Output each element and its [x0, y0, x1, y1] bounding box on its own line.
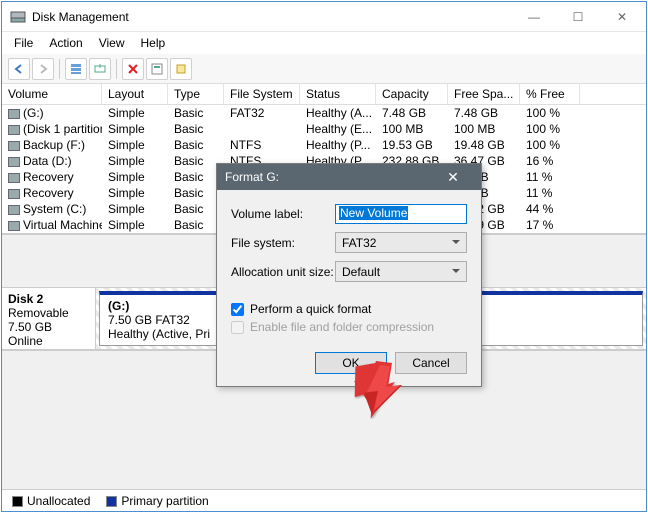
titlebar: Disk Management — ☐ ✕	[2, 2, 646, 32]
quick-format-input[interactable]	[231, 303, 244, 316]
menubar: File Action View Help	[2, 32, 646, 54]
menu-view[interactable]: View	[91, 33, 133, 53]
allocation-select[interactable]: Default	[335, 261, 467, 282]
col-pct[interactable]: % Free	[520, 84, 580, 104]
forward-button[interactable]	[32, 58, 54, 80]
window-title: Disk Management	[32, 10, 512, 24]
view-button[interactable]	[65, 58, 87, 80]
grid-header: Volume Layout Type File System Status Ca…	[2, 84, 646, 105]
disk-kind: Removable	[8, 306, 89, 320]
disk-size: 7.50 GB	[8, 320, 89, 334]
disk-name: Disk 2	[8, 292, 89, 306]
col-free[interactable]: Free Spa...	[448, 84, 520, 104]
close-button[interactable]: ✕	[600, 3, 644, 31]
volume-label-input[interactable]: New Volume	[335, 204, 467, 224]
col-volume[interactable]: Volume	[2, 84, 102, 104]
menu-action[interactable]: Action	[41, 33, 90, 53]
dialog-titlebar[interactable]: Format G: ✕	[217, 164, 481, 190]
settings-button[interactable]	[170, 58, 192, 80]
delete-button[interactable]	[122, 58, 144, 80]
col-fs[interactable]: File System	[224, 84, 300, 104]
cancel-button[interactable]: Cancel	[395, 352, 467, 374]
file-system-label: File system:	[231, 236, 335, 250]
allocation-label: Allocation unit size:	[231, 265, 335, 279]
compression-input	[231, 321, 244, 334]
col-layout[interactable]: Layout	[102, 84, 168, 104]
table-row[interactable]: (Disk 1 partition 2)SimpleBasicHealthy (…	[2, 121, 646, 137]
compression-checkbox: Enable file and folder compression	[231, 320, 467, 334]
disk-header[interactable]: Disk 2 Removable 7.50 GB Online	[2, 288, 96, 349]
refresh-button[interactable]	[89, 58, 111, 80]
properties-button[interactable]	[146, 58, 168, 80]
file-system-select[interactable]: FAT32	[335, 232, 467, 253]
format-dialog: Format G: ✕ Volume label: New Volume Fil…	[216, 163, 482, 387]
dialog-title: Format G:	[225, 170, 433, 184]
legend-primary: Primary partition	[106, 494, 208, 508]
legend: Unallocated Primary partition	[2, 489, 646, 511]
maximize-button[interactable]: ☐	[556, 3, 600, 31]
table-row[interactable]: Backup (F:)SimpleBasicNTFSHealthy (P...1…	[2, 137, 646, 153]
toolbar	[2, 54, 646, 84]
disk-state: Online	[8, 334, 89, 348]
table-row[interactable]: (G:)SimpleBasicFAT32Healthy (A...7.48 GB…	[2, 105, 646, 121]
minimize-button[interactable]: —	[512, 3, 556, 31]
volume-label-label: Volume label:	[231, 207, 335, 221]
legend-unallocated: Unallocated	[12, 494, 90, 508]
dialog-close-button[interactable]: ✕	[433, 169, 473, 186]
back-button[interactable]	[8, 58, 30, 80]
col-status[interactable]: Status	[300, 84, 376, 104]
ok-button[interactable]: OK	[315, 352, 387, 374]
col-capacity[interactable]: Capacity	[376, 84, 448, 104]
quick-format-checkbox[interactable]: Perform a quick format	[231, 302, 467, 316]
app-icon	[10, 9, 26, 25]
menu-help[interactable]: Help	[133, 33, 174, 53]
col-type[interactable]: Type	[168, 84, 224, 104]
menu-file[interactable]: File	[6, 33, 41, 53]
